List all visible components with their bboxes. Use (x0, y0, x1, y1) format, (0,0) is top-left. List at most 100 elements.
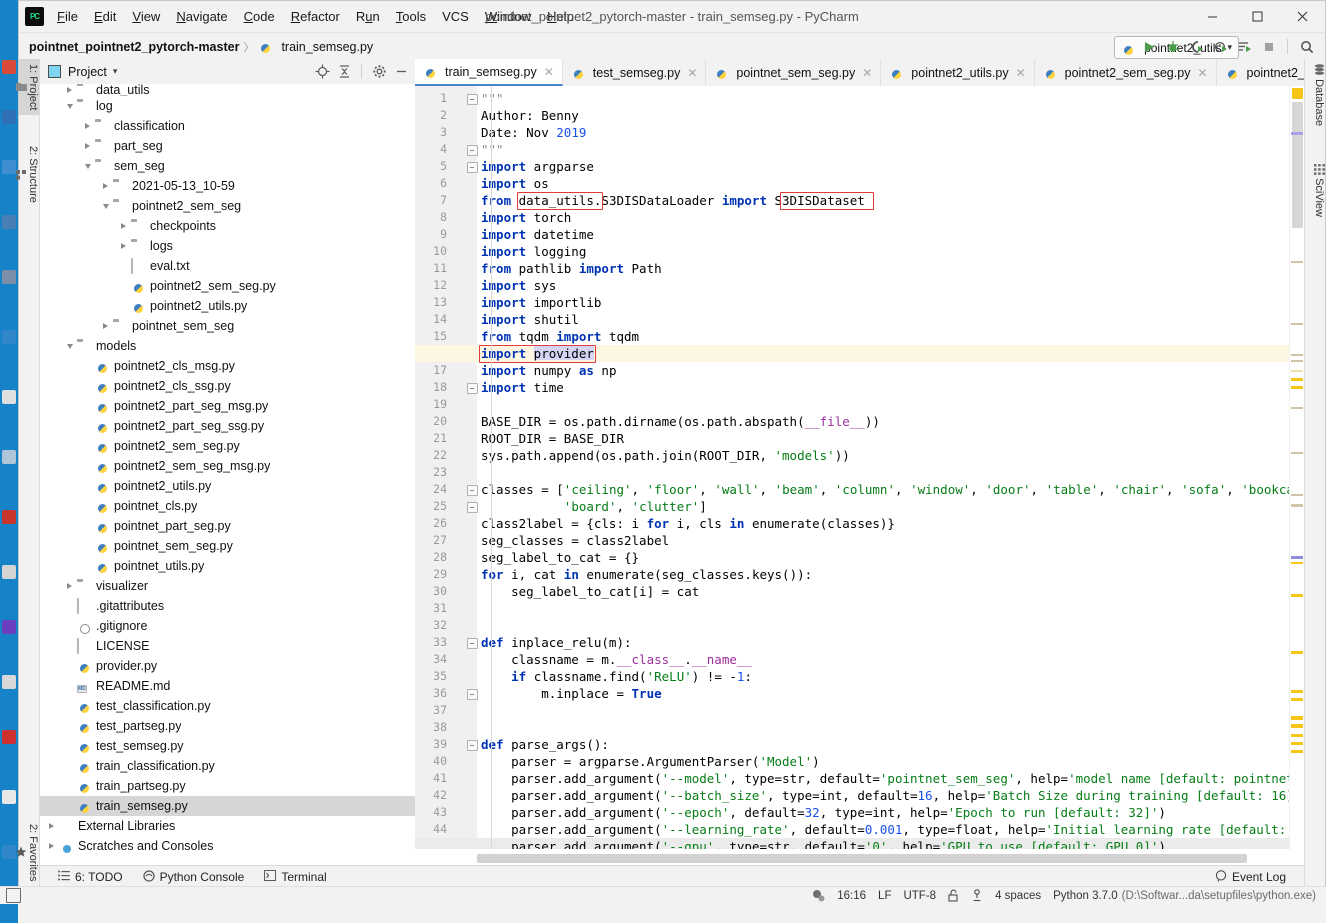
code-line[interactable]: def inplace_relu(m): (481, 634, 632, 651)
tree-node[interactable]: pointnet2_sem_seg.py (40, 276, 415, 296)
tree-node[interactable]: pointnet2_part_seg_ssg.py (40, 416, 415, 436)
code-line[interactable]: for i, cat in enumerate(seg_classes.keys… (481, 566, 812, 583)
code-line[interactable]: import sys (481, 277, 556, 294)
line-separator[interactable]: LF (878, 890, 891, 902)
menu-run[interactable]: Run (348, 1, 388, 32)
editor-gutter[interactable]: 1234567891011121314151617181920212223242… (415, 86, 478, 849)
maximize-button[interactable] (1235, 1, 1280, 32)
tree-node[interactable]: visualizer (40, 576, 415, 596)
code-line[interactable]: m.inplace = True (481, 685, 661, 702)
taskbar-icon[interactable] (2, 510, 16, 524)
close-icon[interactable]: ✕ (687, 66, 697, 80)
taskbar-icon[interactable] (2, 565, 16, 579)
tab-terminal[interactable]: Terminal (264, 870, 327, 884)
event-log-button[interactable]: Event Log (1215, 869, 1286, 885)
tree-node[interactable]: pointnet_sem_seg (40, 316, 415, 336)
hide-tool-windows-icon[interactable] (6, 888, 21, 903)
expand-arrow-collapsed[interactable] (100, 181, 111, 192)
code-viewport[interactable]: 1234567891011121314151617181920212223242… (415, 86, 1304, 849)
tree-node[interactable]: .gitignore (40, 616, 415, 636)
code-line[interactable]: 'board', 'clutter'] (481, 498, 707, 515)
tree-node[interactable]: train_semseg.py (40, 796, 415, 816)
tree-node[interactable]: pointnet2_sem_seg (40, 196, 415, 216)
expand-arrow-expanded[interactable] (82, 161, 93, 172)
tree-node[interactable]: Scratches and Consoles (40, 836, 415, 856)
code-line[interactable]: import logging (481, 243, 586, 260)
code-line[interactable]: BASE_DIR = os.path.dirname(os.path.abspa… (481, 413, 880, 430)
taskbar-icon[interactable] (2, 620, 16, 634)
debug-icon[interactable] (1164, 38, 1181, 55)
editor-tab-bar[interactable]: train_semseg.py ✕ test_semseg.py ✕ pointnet_… (415, 59, 1304, 87)
menu-code[interactable]: Code (236, 1, 283, 32)
code-line[interactable]: Date: Nov 2019 (481, 124, 586, 141)
tree-node[interactable]: train_partseg.py (40, 776, 415, 796)
expand-arrow-collapsed[interactable] (82, 121, 93, 132)
tree-node[interactable]: .gitattributes (40, 596, 415, 616)
code-line[interactable]: parser.add_argument('--gpu', type=str, d… (481, 838, 1166, 849)
tree-node[interactable]: MD README.md (40, 676, 415, 696)
menu-window[interactable]: Window (477, 1, 539, 32)
tree-node[interactable]: classification (40, 116, 415, 136)
caret-position[interactable]: 16:16 (837, 890, 866, 902)
tree-node[interactable]: pointnet2_cls_msg.py (40, 356, 415, 376)
sidebar-item-structure[interactable]: 2: Structure (15, 141, 39, 208)
profile-icon[interactable] (1212, 38, 1229, 55)
close-icon[interactable]: ✕ (862, 66, 872, 80)
taskbar-icon[interactable] (2, 845, 16, 859)
sidebar-item-favorites[interactable]: 2: Favorites (15, 819, 39, 886)
tree-node[interactable]: LICENSE (40, 636, 415, 656)
code-line[interactable]: import provider (481, 345, 594, 362)
expand-arrow-collapsed[interactable] (82, 141, 93, 152)
expand-arrow-expanded[interactable] (100, 201, 111, 212)
run-icon[interactable] (1140, 38, 1157, 55)
expand-arrow-collapsed[interactable] (100, 321, 111, 332)
code-line[interactable]: import argparse (481, 158, 594, 175)
code-line[interactable]: from tqdm import tqdm (481, 328, 639, 345)
code-line[interactable]: """ (481, 90, 504, 107)
taskbar-icon[interactable] (2, 450, 16, 464)
tree-node[interactable]: checkpoints (40, 216, 415, 236)
tab-python-console[interactable]: Python Console (142, 869, 244, 885)
taskbar-icon[interactable] (2, 270, 16, 284)
menu-vcs[interactable]: VCS (434, 1, 477, 32)
menu-refactor[interactable]: Refactor (283, 1, 348, 32)
horizontal-scrollbar[interactable] (477, 851, 1290, 865)
taskbar-icon[interactable] (2, 60, 16, 74)
tab-todo[interactable]: 6: TODO (58, 870, 123, 884)
tree-node[interactable]: sem_seg (40, 156, 415, 176)
tree-node[interactable]: pointnet_sem_seg.py (40, 536, 415, 556)
code-line[interactable]: parser.add_argument('--epoch', default=3… (481, 804, 1166, 821)
code-line[interactable]: class2label = {cls: i for i, cls in enum… (481, 515, 895, 532)
close-icon[interactable]: ✕ (1016, 66, 1026, 80)
tree-node[interactable]: pointnet_cls.py (40, 496, 415, 516)
tree-node[interactable]: test_classification.py (40, 696, 415, 716)
tree-node[interactable]: pointnet_part_seg.py (40, 516, 415, 536)
code-line[interactable]: from data_utils.S3DISDataLoader import S… (481, 192, 865, 209)
tree-node[interactable]: pointnet2_utils.py (40, 296, 415, 316)
code-line[interactable]: classes = ['ceiling', 'floor', 'wall', '… (481, 481, 1304, 498)
tree-node[interactable]: pointnet2_sem_seg.py (40, 436, 415, 456)
tree-node[interactable]: test_partseg.py (40, 716, 415, 736)
code-line[interactable]: import numpy as np (481, 362, 616, 379)
sidebar-item-project[interactable]: 1: Project (15, 59, 39, 116)
file-encoding[interactable]: UTF-8 (903, 890, 936, 902)
tree-node[interactable]: pointnet2_sem_seg_msg.py (40, 456, 415, 476)
hide-icon[interactable] (393, 64, 409, 80)
expand-arrow-collapsed[interactable] (118, 221, 129, 232)
code-line[interactable]: seg_label_to_cat[i] = cat (481, 583, 699, 600)
expand-arrow-collapsed[interactable] (46, 821, 57, 832)
collapse-all-icon[interactable] (336, 64, 352, 80)
tree-node[interactable]: logs (40, 236, 415, 256)
code-line[interactable]: import importlib (481, 294, 601, 311)
close-button[interactable] (1280, 1, 1325, 32)
code-line[interactable]: parser.add_argument('--model', type=str,… (481, 770, 1304, 787)
horizontal-scrollbar-thumb[interactable] (477, 854, 1247, 863)
breadcrumb-file[interactable]: train_semseg.py (258, 39, 373, 54)
inspection-status-icon[interactable] (1292, 88, 1303, 99)
expand-arrow-collapsed[interactable] (46, 841, 57, 852)
tab-test_semseg-py[interactable]: test_semseg.py ✕ (562, 59, 707, 86)
taskbar-icon[interactable] (2, 730, 16, 744)
error-marker-stripe[interactable] (1289, 86, 1304, 849)
search-everywhere-icon[interactable] (1298, 38, 1315, 55)
menu-help[interactable]: Help (539, 1, 582, 32)
